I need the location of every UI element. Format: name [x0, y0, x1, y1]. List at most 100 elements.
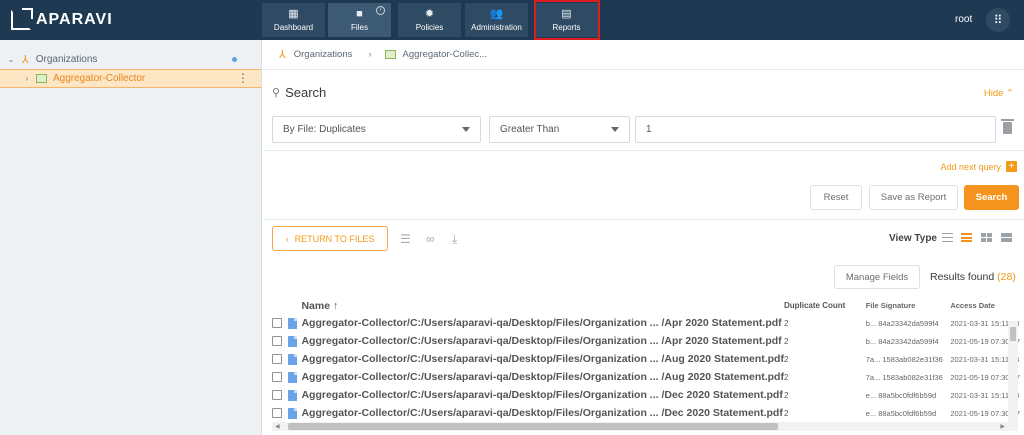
return-to-files-button[interactable]: ‹ RETURN TO FILES: [272, 226, 388, 251]
apps-grid-icon[interactable]: ⠿: [986, 8, 1010, 32]
column-name-label: Name: [301, 299, 331, 312]
sidebar: ⌄ ⅄ Organizations › Aggregator-Collector…: [0, 40, 262, 435]
scrollbar-thumb[interactable]: [288, 423, 778, 430]
nav-files[interactable]: i ■ Files: [328, 3, 391, 37]
tree-item-aggregator-collector[interactable]: › Aggregator-Collector ⋮: [0, 69, 261, 88]
collector-icon: [384, 50, 396, 59]
add-next-query-label: Add next query: [940, 161, 1001, 172]
checklist-icon[interactable]: ☰: [400, 232, 411, 246]
collector-icon: [36, 74, 47, 83]
scroll-left-icon[interactable]: ◀: [275, 423, 280, 430]
row-checkbox[interactable]: [272, 390, 282, 400]
manage-fields-button[interactable]: Manage Fields: [834, 265, 920, 289]
scrollbar-thumb[interactable]: [1010, 327, 1016, 341]
cell-file-signature: e... 88a5bc0fdf6b59d: [865, 390, 937, 400]
cell-name[interactable]: Aggregator-Collector/C:/Users/aparavi-qa…: [301, 314, 784, 332]
logo[interactable]: APARAVI: [11, 8, 113, 31]
field-select[interactable]: By File: Duplicates: [272, 116, 481, 143]
top-bar: APARAVI ▦ Dashboard i ■ Files ✹ Policies…: [0, 0, 1024, 40]
nav-dashboard[interactable]: ▦ Dashboard: [262, 3, 325, 37]
download-icon[interactable]: ⤓: [452, 232, 457, 247]
scroll-right-icon[interactable]: ▶: [1000, 423, 1005, 430]
tree-item-label: Organizations: [35, 53, 98, 65]
divider: [263, 150, 1024, 151]
cell-name[interactable]: Aggregator-Collector/C:/Users/aparavi-qa…: [301, 350, 784, 368]
grid-view-icon[interactable]: [981, 233, 992, 242]
table-row[interactable]: Aggregator-Collector/C:/Users/aparavi-qa…: [272, 386, 1020, 404]
row-checkbox[interactable]: [272, 336, 282, 346]
chevron-left-icon: ‹: [285, 233, 289, 244]
table-row[interactable]: Aggregator-Collector/C:/Users/aparavi-qa…: [272, 404, 1020, 422]
return-to-files-label: RETURN TO FILES: [294, 233, 375, 244]
add-next-query-button[interactable]: Add next query +: [940, 161, 1017, 172]
link-icon[interactable]: ∞: [426, 232, 435, 246]
vertical-scrollbar[interactable]: [1008, 321, 1018, 431]
save-as-report-button[interactable]: Save as Report: [869, 185, 958, 210]
row-checkbox[interactable]: [272, 318, 282, 328]
dashboard-icon: ▦: [288, 8, 299, 20]
table-row[interactable]: Aggregator-Collector/C:/Users/aparavi-qa…: [272, 368, 1020, 386]
kebab-menu-icon[interactable]: ⋮: [237, 72, 249, 84]
row-checkbox[interactable]: [272, 408, 282, 418]
nav-policies[interactable]: ✹ Policies: [398, 3, 461, 37]
reset-button[interactable]: Reset: [810, 185, 862, 210]
column-name[interactable]: Name ↑: [301, 297, 784, 314]
value-input[interactable]: 1: [635, 116, 996, 143]
files-table: Name ↑ Duplicate Count File Signature Ac…: [272, 297, 1020, 422]
search-icon: ⚲: [272, 87, 281, 99]
logo-text: APARAVI: [36, 11, 113, 28]
list-view-icon[interactable]: [942, 233, 953, 242]
cell-file-signature: 7a... 1583ab082e31f36: [865, 372, 943, 382]
chevron-down-icon: [611, 127, 619, 132]
breadcrumb-current[interactable]: Aggregator-Collec...: [403, 49, 487, 60]
file-pdf-icon: [287, 317, 297, 329]
cell-file-signature: 7a... 1583ab082e31f36: [865, 354, 943, 364]
hide-label: Hide: [983, 88, 1004, 99]
column-duplicate-count[interactable]: Duplicate Count: [784, 297, 866, 314]
tree-item-organizations[interactable]: ⌄ ⅄ Organizations: [0, 48, 261, 70]
chevron-up-icon: ⌃: [1006, 88, 1014, 99]
chevron-down-icon[interactable]: ⌄: [4, 55, 18, 64]
file-pdf-icon: [287, 371, 297, 383]
main-panel: ⅄ Organizations › Aggregator-Collec... ⚲…: [263, 40, 1024, 435]
results-found: Results found (28): [930, 271, 1016, 283]
status-dot: [232, 57, 237, 62]
sort-asc-icon: ↑: [332, 299, 339, 312]
cell-name[interactable]: Aggregator-Collector/C:/Users/aparavi-qa…: [301, 404, 784, 422]
breadcrumb: ⅄ Organizations › Aggregator-Collec...: [263, 40, 1024, 70]
reports-highlight-box: [534, 0, 600, 40]
logo-icon: [11, 8, 33, 30]
horizontal-scrollbar[interactable]: ◀ ▶: [272, 422, 1008, 431]
tile-view-icon[interactable]: [1001, 233, 1012, 242]
operator-select-value: Greater Than: [500, 124, 560, 135]
column-access-date[interactable]: Access Date: [950, 297, 1020, 314]
breadcrumb-organizations[interactable]: Organizations: [294, 49, 353, 60]
nav-administration[interactable]: 👥 Administration: [465, 3, 528, 37]
tree-item-label: Aggregator-Collector: [53, 73, 146, 84]
cell-name[interactable]: Aggregator-Collector/C:/Users/aparavi-qa…: [301, 368, 784, 386]
chevron-right-icon[interactable]: ›: [20, 74, 34, 83]
cell-duplicate-count: 2: [783, 372, 789, 382]
chevron-right-icon: ›: [368, 49, 372, 60]
cell-name[interactable]: Aggregator-Collector/C:/Users/aparavi-qa…: [301, 332, 784, 350]
files-icon: ■: [356, 8, 363, 20]
search-button[interactable]: Search: [964, 185, 1019, 210]
file-pdf-icon: [287, 389, 297, 401]
row-checkbox[interactable]: [272, 372, 282, 382]
table-row[interactable]: Aggregator-Collector/C:/Users/aparavi-qa…: [272, 332, 1020, 350]
operator-select[interactable]: Greater Than: [489, 116, 630, 143]
table-row[interactable]: Aggregator-Collector/C:/Users/aparavi-qa…: [272, 314, 1020, 332]
hide-search-link[interactable]: Hide ⌃: [984, 88, 1014, 99]
column-file-signature[interactable]: File Signature: [866, 297, 951, 314]
search-title: Search: [285, 85, 327, 100]
table-row[interactable]: Aggregator-Collector/C:/Users/aparavi-qa…: [272, 350, 1020, 368]
user-name[interactable]: root: [955, 14, 972, 25]
detail-view-icon[interactable]: [961, 233, 972, 242]
search-heading: ⚲ Search: [272, 85, 326, 100]
organization-icon: ⅄: [22, 53, 29, 66]
row-checkbox[interactable]: [272, 354, 282, 364]
view-type-label: View Type: [889, 233, 937, 244]
cell-file-signature: b... 84a23342da599f4: [865, 336, 939, 346]
cell-name[interactable]: Aggregator-Collector/C:/Users/aparavi-qa…: [301, 386, 784, 404]
trash-icon[interactable]: [1001, 119, 1014, 134]
